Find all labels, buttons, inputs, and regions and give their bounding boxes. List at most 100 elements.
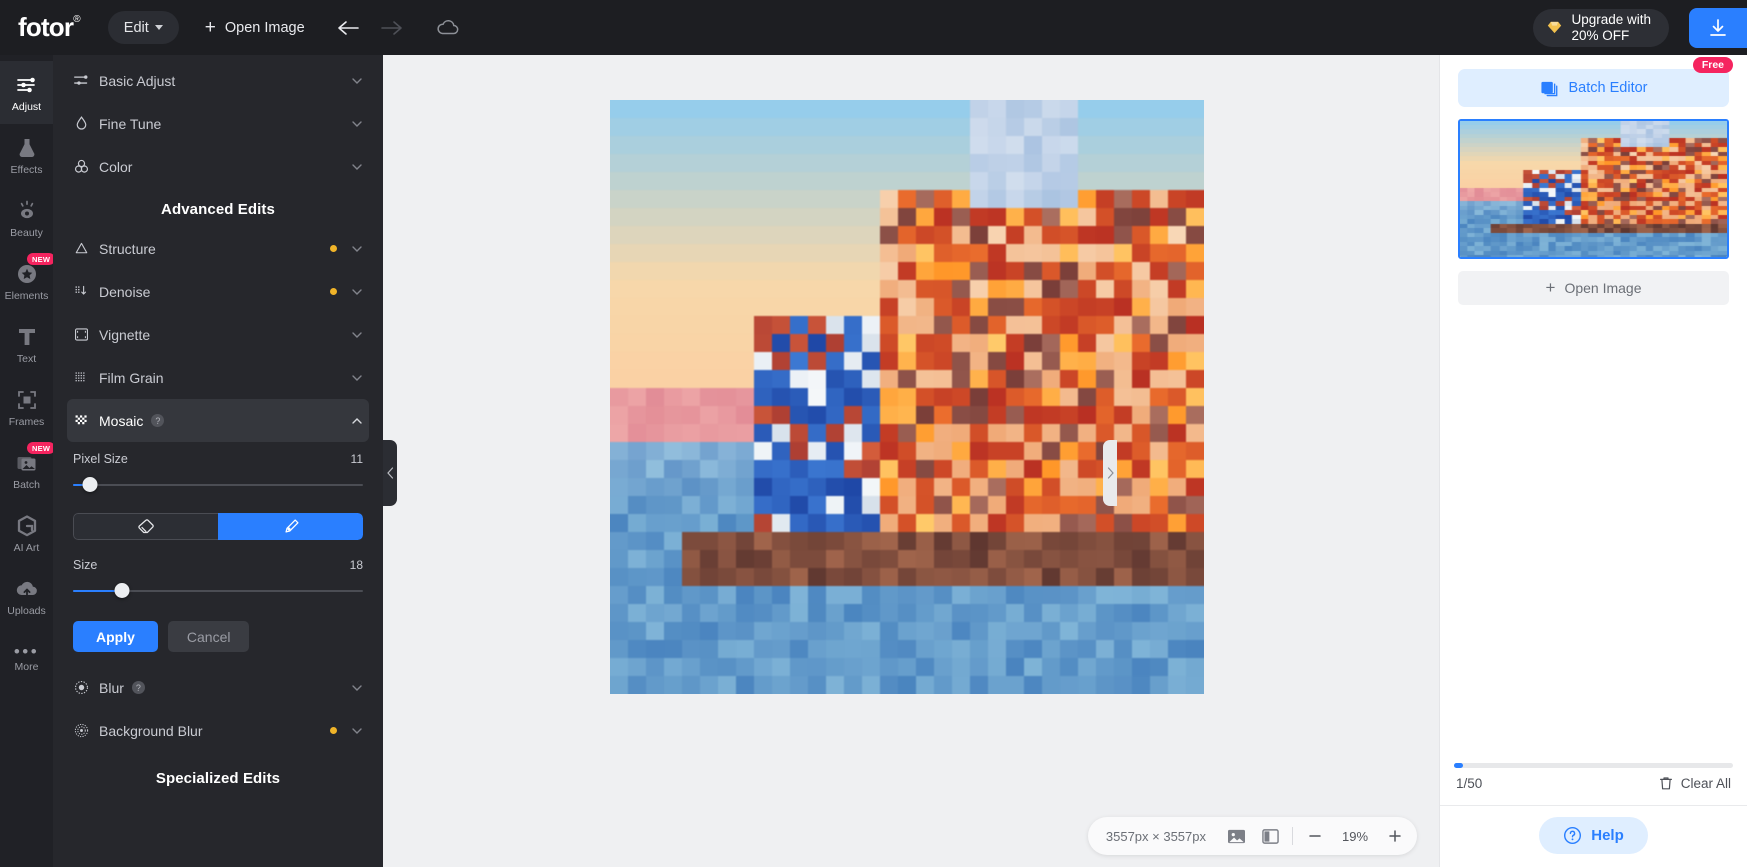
- rail-label: Uploads: [7, 604, 46, 617]
- clear-all-button[interactable]: Clear All: [1659, 776, 1731, 791]
- rail-item-frames[interactable]: Frames: [0, 376, 53, 439]
- clear-all-label: Clear All: [1680, 776, 1731, 791]
- pixel-size-header: Pixel Size 11: [73, 452, 363, 466]
- thumbnail-scrollbar[interactable]: [1454, 763, 1733, 768]
- upgrade-line-1: Upgrade with: [1571, 11, 1651, 27]
- panel-item-structure[interactable]: Structure: [73, 227, 363, 270]
- collapse-right-panel-handle[interactable]: [1103, 440, 1117, 506]
- panel-item-label: Structure: [99, 240, 156, 257]
- modified-dot: [330, 727, 337, 734]
- help-icon[interactable]: ?: [151, 414, 165, 427]
- mosaic-tool-toggle: [73, 513, 363, 540]
- denoise-icon: [73, 283, 99, 300]
- pixel-size-slider[interactable]: [73, 475, 363, 495]
- panel-item-label: Denoise: [99, 283, 151, 300]
- trash-icon: [1659, 777, 1672, 790]
- batch-editor-button[interactable]: Free Batch Editor: [1458, 57, 1733, 107]
- chevron-down-icon: [351, 77, 363, 84]
- question-circle-icon: [1564, 826, 1582, 845]
- sliders-icon: [16, 77, 35, 92]
- panel-item-background-blur[interactable]: Background Blur: [73, 709, 363, 752]
- editor-body: Adjust Effects Beauty NEW Elements Text …: [0, 55, 1747, 867]
- layers-icon: [1540, 81, 1557, 96]
- app-header: fotor® Edit + Open Image Upgrade with 20…: [0, 0, 1747, 55]
- edit-menu-label: Edit: [123, 19, 149, 36]
- image-icon[interactable]: [1220, 820, 1252, 852]
- cloud-icon[interactable]: [433, 13, 463, 43]
- zoom-level[interactable]: 19%: [1333, 829, 1377, 844]
- chevron-up-icon: [351, 417, 363, 424]
- mosaic-action-buttons: Apply Cancel: [73, 621, 363, 652]
- cancel-button[interactable]: Cancel: [167, 621, 250, 652]
- arrow-left-icon[interactable]: [333, 13, 363, 43]
- slider-knob[interactable]: [114, 583, 130, 598]
- rail-item-effects[interactable]: Effects: [0, 124, 53, 187]
- panel-item-color[interactable]: Color: [73, 145, 363, 188]
- panel-item-blur[interactable]: Blur ?: [73, 666, 363, 709]
- panel-item-denoise[interactable]: Denoise: [73, 270, 363, 313]
- image-counter: 1/50: [1456, 776, 1483, 791]
- eraser-tool-button[interactable]: [73, 513, 218, 540]
- open-image-button[interactable]: + Open Image: [205, 18, 305, 37]
- help-button[interactable]: Help: [1539, 817, 1648, 854]
- panel-item-label: Background Blur: [99, 722, 203, 739]
- upgrade-button[interactable]: Upgrade with 20% OFF: [1533, 8, 1669, 47]
- split-view-icon[interactable]: [1254, 820, 1286, 852]
- canvas-bottom-toolbar: 3557px × 3557px 19%: [1087, 817, 1417, 855]
- download-button[interactable]: [1689, 7, 1747, 48]
- edit-menu-button[interactable]: Edit: [107, 11, 179, 44]
- eraser-icon: [138, 518, 154, 533]
- size-slider[interactable]: [73, 581, 363, 601]
- batch-counter-row: 1/50 Clear All: [1440, 776, 1747, 805]
- rail-item-batch[interactable]: NEW Batch: [0, 439, 53, 502]
- modified-dot: [330, 245, 337, 252]
- rail-item-more[interactable]: ••• More: [0, 628, 53, 691]
- chevron-down-icon: [351, 120, 363, 127]
- chevron-down-icon: [351, 163, 363, 170]
- plus-icon: +: [204, 17, 216, 38]
- modified-dot: [330, 288, 337, 295]
- mosaic-controls: Pixel Size 11 Size 18 Apply Cancel: [53, 442, 383, 652]
- rail-label: AI Art: [13, 541, 40, 554]
- rail-item-beauty[interactable]: Beauty: [0, 187, 53, 250]
- rail-item-text[interactable]: Text: [0, 313, 53, 376]
- edited-image[interactable]: [610, 100, 1204, 694]
- batch-side-panel: Free Batch Editor + Open Image 1/50 Clea…: [1439, 55, 1747, 867]
- rail-item-adjust[interactable]: Adjust: [0, 61, 53, 124]
- batch-panel-footer: 1/50 Clear All Help: [1440, 763, 1747, 867]
- slider-track: [73, 484, 363, 486]
- size-header: Size 18: [73, 558, 363, 572]
- text-t-icon: [18, 328, 35, 345]
- rail-label: Beauty: [10, 226, 43, 239]
- arrow-right-icon[interactable]: [377, 13, 407, 43]
- panel-item-vignette[interactable]: Vignette: [73, 313, 363, 356]
- rail-item-elements[interactable]: NEW Elements: [0, 250, 53, 313]
- bg-blur-icon: [73, 722, 99, 739]
- canvas-area[interactable]: 3557px × 3557px 19%: [383, 55, 1439, 867]
- chevron-down-icon: [351, 245, 363, 252]
- rail-item-ai-art[interactable]: AI Art: [0, 502, 53, 565]
- triangle-icon: [73, 240, 99, 257]
- panel-item-film-grain[interactable]: Film Grain: [73, 356, 363, 399]
- scrollbar-thumb[interactable]: [1454, 763, 1463, 768]
- ai-art-icon: [17, 514, 36, 536]
- zoom-in-button[interactable]: [1379, 820, 1411, 852]
- zoom-out-button[interactable]: [1299, 820, 1331, 852]
- rail-label: Frames: [8, 415, 45, 428]
- apply-button[interactable]: Apply: [73, 621, 158, 652]
- rail-item-uploads[interactable]: Uploads: [0, 565, 53, 628]
- rail-label: Effects: [10, 163, 43, 176]
- image-thumbnail[interactable]: [1458, 119, 1729, 259]
- collapse-left-panel-handle[interactable]: [383, 440, 397, 506]
- brush-tool-button[interactable]: [218, 513, 363, 540]
- panel-item-label: Fine Tune: [99, 115, 162, 132]
- open-image-button-right[interactable]: + Open Image: [1458, 271, 1729, 305]
- panel-item-label: Basic Adjust: [99, 72, 176, 89]
- panel-item-basic-adjust[interactable]: Basic Adjust: [73, 59, 363, 102]
- help-icon[interactable]: ?: [131, 681, 145, 694]
- slider-knob[interactable]: [82, 477, 98, 492]
- fotor-logo[interactable]: fotor®: [18, 12, 81, 43]
- panel-item-fine-tune[interactable]: Fine Tune: [73, 102, 363, 145]
- panel-item-mosaic[interactable]: Mosaic ?: [67, 399, 369, 442]
- star-icon: [17, 264, 36, 283]
